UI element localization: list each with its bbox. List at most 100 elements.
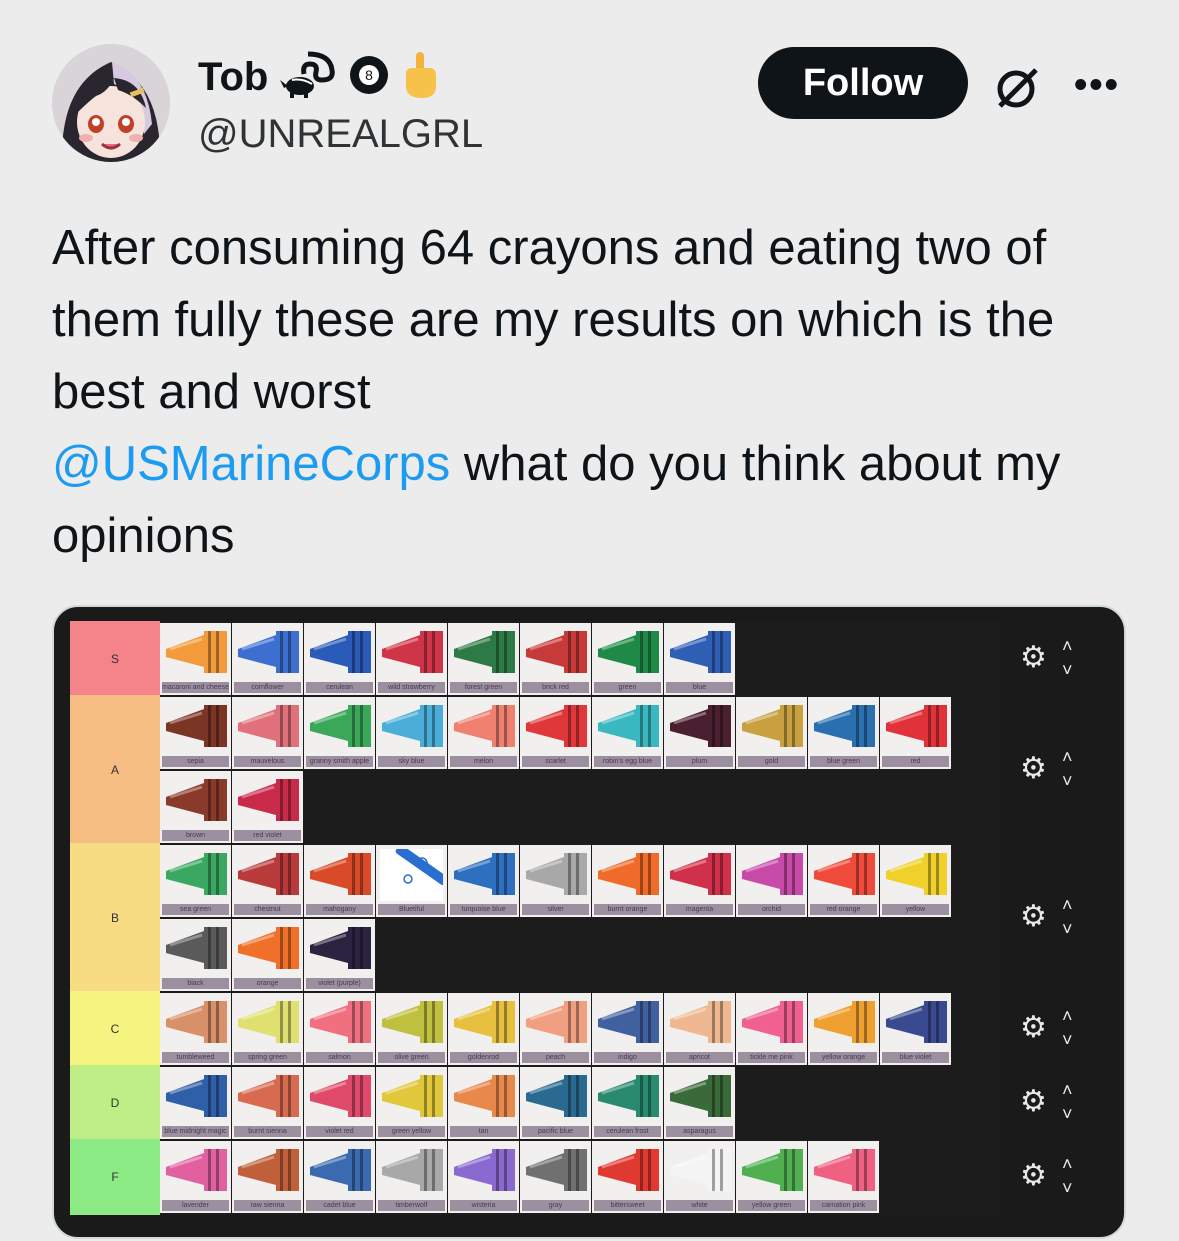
crayon-item[interactable]: mauvelous xyxy=(232,697,303,769)
crayon-item[interactable]: peach xyxy=(520,993,591,1065)
crayon-item[interactable]: bittersweet xyxy=(592,1141,663,1213)
crayon-item[interactable]: burnt sienna xyxy=(232,1067,303,1139)
tier-label[interactable]: D xyxy=(70,1065,160,1141)
crayon-item[interactable]: blue violet xyxy=(880,993,951,1065)
crayon-item[interactable]: silver xyxy=(520,845,591,917)
crayon-item[interactable]: scarlet xyxy=(520,697,591,769)
gear-icon[interactable]: ⚙ xyxy=(1020,1161,1047,1191)
display-name[interactable]: Tob xyxy=(198,55,268,100)
crayon-item[interactable]: Bluetiful xyxy=(376,845,447,917)
crayon-item[interactable]: burnt orange xyxy=(592,845,663,917)
mention-link[interactable]: @USMarineCorps xyxy=(52,437,450,491)
crayon-item[interactable]: lavender xyxy=(160,1141,231,1213)
crayon-item[interactable]: green yellow xyxy=(376,1067,447,1139)
crayon-item[interactable]: red xyxy=(880,697,951,769)
crayon-item[interactable]: cerulean frost xyxy=(592,1067,663,1139)
crayon-item[interactable]: yellow green xyxy=(736,1141,807,1213)
crayon-item[interactable]: yellow xyxy=(880,845,951,917)
crayon-item[interactable]: magenta xyxy=(664,845,735,917)
chevron-up-icon[interactable]: ˄ xyxy=(1062,1007,1073,1025)
crayon-item[interactable]: cornflower xyxy=(232,623,303,695)
crayon-item[interactable]: timberwolf xyxy=(376,1141,447,1213)
tier-label[interactable]: F xyxy=(70,1139,160,1215)
crayon-item[interactable]: tumbleweed xyxy=(160,993,231,1065)
crayon-item[interactable]: raw sienna xyxy=(232,1141,303,1213)
gear-icon[interactable]: ⚙ xyxy=(1020,1087,1047,1117)
crayon-item[interactable]: sea green xyxy=(160,845,231,917)
crayon-item[interactable]: turquoise blue xyxy=(448,845,519,917)
chevron-down-icon[interactable]: ˅ xyxy=(1062,661,1073,679)
crayon-item[interactable]: sepia xyxy=(160,697,231,769)
crayon-item[interactable]: wild strawberry xyxy=(376,623,447,695)
crayon-item[interactable]: spring green xyxy=(232,993,303,1065)
crayon-item[interactable]: blue green xyxy=(808,697,879,769)
follow-button[interactable]: Follow xyxy=(758,47,968,119)
avatar[interactable] xyxy=(52,44,170,162)
chevron-down-icon[interactable]: ˅ xyxy=(1062,920,1073,938)
chevron-up-icon[interactable]: ˄ xyxy=(1062,748,1073,766)
crayon-item[interactable]: plum xyxy=(664,697,735,769)
crayon-item[interactable]: violet (purple) xyxy=(304,919,375,991)
crayon-item[interactable]: gray xyxy=(520,1141,591,1213)
crayon-item[interactable]: green xyxy=(592,623,663,695)
crayon-item[interactable]: brick red xyxy=(520,623,591,695)
crayon-item[interactable]: granny smith apple xyxy=(304,697,375,769)
crayon-item[interactable]: indigo xyxy=(592,993,663,1065)
crayon-item[interactable]: melon xyxy=(448,697,519,769)
crayon-image xyxy=(742,1001,803,1043)
chevron-down-icon[interactable]: ˅ xyxy=(1062,1105,1073,1123)
user-handle[interactable]: @UNREALGRL xyxy=(198,112,483,157)
crayon-item[interactable]: forest green xyxy=(448,623,519,695)
crayon-item[interactable]: chestnut xyxy=(232,845,303,917)
crayon-item[interactable]: brown xyxy=(160,771,231,843)
crayon-item[interactable]: wisteria xyxy=(448,1141,519,1213)
gear-icon[interactable]: ⚙ xyxy=(1020,1013,1047,1043)
crayon-label: apricot xyxy=(666,1052,733,1063)
tier-label[interactable]: B xyxy=(70,843,160,993)
gear-icon[interactable]: ⚙ xyxy=(1020,643,1047,673)
crayon-item[interactable]: blue midnight magic xyxy=(160,1067,231,1139)
crayon-item[interactable]: robin's egg blue xyxy=(592,697,663,769)
chevron-down-icon[interactable]: ˅ xyxy=(1062,1179,1073,1197)
crayon-item[interactable]: macaroni and cheese xyxy=(160,623,231,695)
crayon-item[interactable]: orchid xyxy=(736,845,807,917)
crayon-item[interactable]: violet red xyxy=(304,1067,375,1139)
crayon-item[interactable]: blue xyxy=(664,623,735,695)
crayon-item[interactable]: yellow orange xyxy=(808,993,879,1065)
chevron-up-icon[interactable]: ˄ xyxy=(1062,1155,1073,1173)
crayon-label: mahogany xyxy=(306,904,373,915)
gear-icon[interactable]: ⚙ xyxy=(1020,754,1047,784)
chevron-down-icon[interactable]: ˅ xyxy=(1062,1031,1073,1049)
crayon-item[interactable]: gold xyxy=(736,697,807,769)
crayon-image xyxy=(238,1149,299,1191)
chevron-up-icon[interactable]: ˄ xyxy=(1062,896,1073,914)
crayon-item[interactable]: tickle me pink xyxy=(736,993,807,1065)
gear-icon[interactable]: ⚙ xyxy=(1020,902,1047,932)
crayon-item[interactable]: red violet xyxy=(232,771,303,843)
tweet-media-tier-list[interactable]: Smacaroni and cheese cornflower cerulean wi… xyxy=(52,605,1126,1239)
crayon-item[interactable]: goldenrod xyxy=(448,993,519,1065)
crayon-item[interactable]: black xyxy=(160,919,231,991)
crayon-item[interactable]: cadet blue xyxy=(304,1141,375,1213)
chevron-up-icon[interactable]: ˄ xyxy=(1062,1081,1073,1099)
crayon-item[interactable]: apricot xyxy=(664,993,735,1065)
tier-label[interactable]: C xyxy=(70,991,160,1067)
crayon-item[interactable]: tan xyxy=(448,1067,519,1139)
crayon-item[interactable]: mahogany xyxy=(304,845,375,917)
tier-label[interactable]: A xyxy=(70,695,160,845)
grok-icon[interactable] xyxy=(992,62,1042,112)
chevron-up-icon[interactable]: ˄ xyxy=(1062,637,1073,655)
crayon-item[interactable]: salmon xyxy=(304,993,375,1065)
crayon-item[interactable]: white xyxy=(664,1141,735,1213)
crayon-item[interactable]: olive green xyxy=(376,993,447,1065)
crayon-item[interactable]: orange xyxy=(232,919,303,991)
crayon-item[interactable]: cerulean xyxy=(304,623,375,695)
crayon-item[interactable]: sky blue xyxy=(376,697,447,769)
crayon-item[interactable]: carnation pink xyxy=(808,1141,879,1213)
more-icon[interactable]: ••• xyxy=(1074,66,1120,104)
chevron-down-icon[interactable]: ˅ xyxy=(1062,772,1073,790)
tier-label[interactable]: S xyxy=(70,621,160,697)
crayon-item[interactable]: pacific blue xyxy=(520,1067,591,1139)
crayon-item[interactable]: red orange xyxy=(808,845,879,917)
crayon-item[interactable]: asparagus xyxy=(664,1067,735,1139)
